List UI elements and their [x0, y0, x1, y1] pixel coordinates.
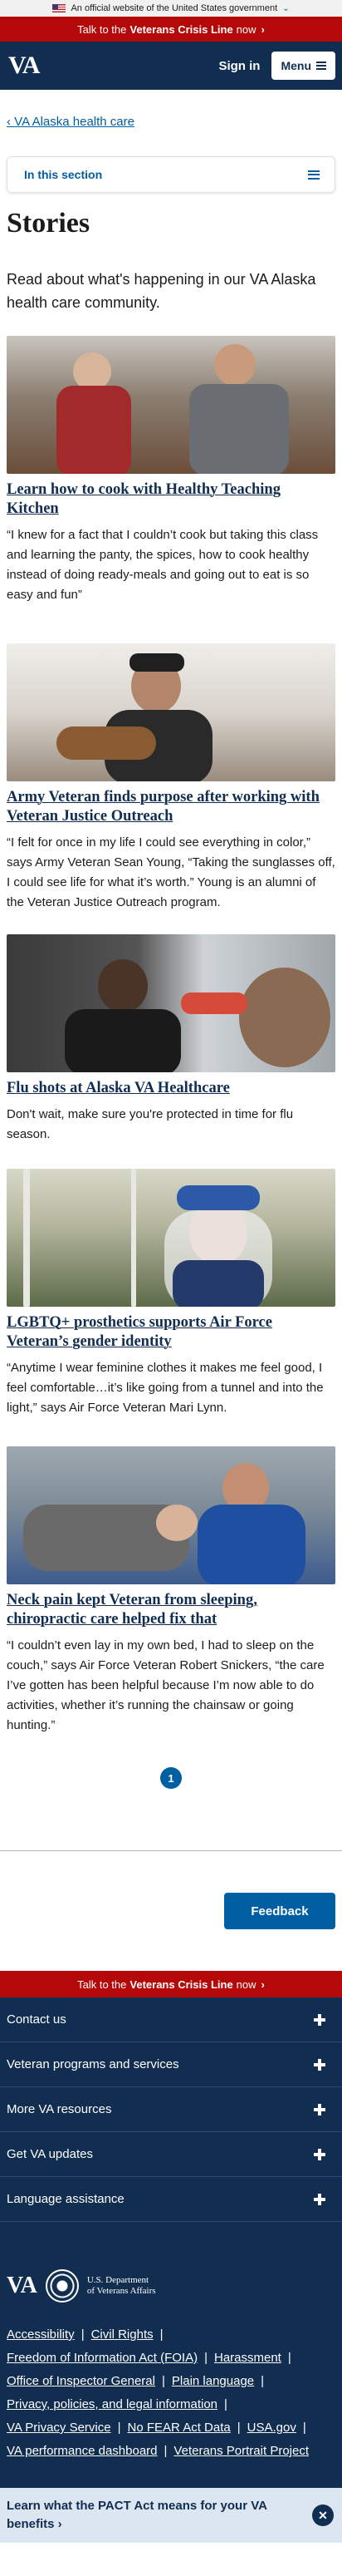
footer-links: Accessibility | Civil Rights | Freedom of I… [7, 2327, 309, 2458]
va-logo[interactable]: VA [8, 52, 40, 80]
chevron-right-icon: › [261, 1978, 265, 1991]
in-section-label: In this section [24, 168, 103, 181]
feedback-button[interactable]: Feedback [224, 1893, 335, 1929]
site-footer: Talk to the Veterans Crisis Line now › C… [0, 1971, 342, 2543]
dept-line-2: of Veterans Affairs [86, 2286, 156, 2296]
plus-icon [314, 2058, 325, 2071]
story-summary: “I felt for once in my life I could see … [7, 835, 335, 909]
footer-va-logo: VA [7, 2273, 37, 2298]
footer-link-civil-rights[interactable]: Civil Rights [91, 2327, 154, 2342]
chevron-right-icon: › [261, 22, 265, 36]
story-item: Neck pain kept Veteran from sleeping, ch… [0, 1446, 342, 1736]
chevron-down-icon: ⌄ [282, 3, 290, 13]
crisis-prefix: Talk to the [77, 1978, 127, 1991]
story-summary: Don't wait, make sure you're protected i… [7, 1107, 294, 1141]
footer-accordion-language-assistance[interactable]: Language assistance [0, 2177, 342, 2222]
footer-link-accessibility[interactable]: Accessibility [7, 2327, 75, 2342]
footer-logo[interactable]: VA U.S. Department of Veterans Affairs [0, 2222, 342, 2325]
page-intro: Read about what's happening in our VA Al… [7, 271, 316, 311]
story-item: Learn how to cook with Healthy Teaching … [0, 336, 342, 643]
breadcrumb: ‹ VA Alaska health care [0, 90, 342, 156]
story-summary: “I knew for a fact that I couldn’t cook … [7, 528, 319, 602]
plus-icon [314, 2148, 325, 2160]
story-image [7, 643, 335, 781]
official-gov-banner[interactable]: An official website of the United States… [0, 0, 342, 17]
plus-icon [314, 2013, 325, 2026]
hamburger-icon [316, 62, 326, 70]
story-link[interactable]: Army Veteran finds purpose after working… [7, 789, 320, 825]
feedback-section: Feedback [0, 1850, 342, 1971]
footer-link-usa-gov[interactable]: USA.gov [247, 2421, 296, 2435]
footer-link-harassment[interactable]: Harassment [214, 2351, 281, 2365]
pact-act-banner[interactable]: Learn what the PACT Act means for your V… [0, 2488, 342, 2543]
menu-label: Menu [281, 59, 311, 72]
va-seal-icon [45, 2269, 79, 2303]
footer-accordion-more-resources[interactable]: More VA resources [0, 2087, 342, 2132]
menu-button[interactable]: Menu [271, 52, 335, 80]
menu-lines-icon [308, 170, 320, 180]
footer-accordion-contact-us[interactable]: Contact us [0, 1997, 342, 2042]
story-item: LGBTQ+ prosthetics supports Air Force Ve… [0, 1169, 342, 1446]
story-image [7, 934, 335, 1072]
footer-link-plain-language[interactable]: Plain language [172, 2374, 254, 2388]
story-title: Neck pain kept Veteran from sleeping, ch… [7, 1591, 335, 1629]
crisis-suffix: now [236, 22, 256, 36]
dept-line-1: U.S. Department [86, 2275, 149, 2285]
story-title: Learn how to cook with Healthy Teaching … [7, 480, 335, 519]
accordion-label: Language assistance [7, 2192, 125, 2206]
close-icon[interactable]: ✕ [312, 2505, 334, 2526]
breadcrumb-back-link[interactable]: ‹ VA Alaska health care [7, 115, 134, 129]
sign-in-link[interactable]: Sign in [218, 59, 260, 73]
footer-link-oig[interactable]: Office of Inspector General [7, 2374, 155, 2388]
site-header: VA Sign in Menu [0, 42, 342, 90]
accordion-label: Veteran programs and services [7, 2057, 179, 2071]
accordion-label: Contact us [7, 2012, 66, 2027]
page-title: Stories [7, 208, 90, 239]
in-this-section-toggle[interactable]: In this section [7, 156, 335, 193]
story-link[interactable]: Learn how to cook with Healthy Teaching … [7, 481, 281, 517]
accordion-label: Get VA updates [7, 2147, 93, 2161]
crisis-highlight: Veterans Crisis Line [129, 1978, 233, 1991]
page-number-current[interactable]: 1 [160, 1767, 182, 1789]
story-image [7, 336, 335, 474]
crisis-suffix: now [236, 1978, 256, 1991]
footer-accordion-veteran-programs[interactable]: Veteran programs and services [0, 2042, 342, 2087]
plus-icon [314, 2103, 325, 2115]
footer-link-privacy-policies[interactable]: Privacy, policies, and legal information [7, 2397, 217, 2411]
footer-crisis-line-bar[interactable]: Talk to the Veterans Crisis Line now › [0, 1971, 342, 1997]
crisis-prefix: Talk to the [77, 22, 127, 36]
story-title: Army Veteran finds purpose after working… [7, 788, 335, 826]
footer-link-privacy-service[interactable]: VA Privacy Service [7, 2421, 111, 2435]
footer-link-foia[interactable]: Freedom of Information Act (FOIA) [7, 2351, 198, 2365]
story-image [7, 1446, 335, 1584]
story-item: Flu shots at Alaska VA Healthcare Don't … [0, 934, 342, 1169]
footer-link-no-fear[interactable]: No FEAR Act Data [128, 2421, 231, 2435]
footer-link-performance-dashboard[interactable]: VA performance dashboard [7, 2444, 158, 2458]
gov-banner-text: An official website of the United States… [71, 3, 278, 13]
story-summary: “Anytime I wear feminine clothes it make… [7, 1361, 324, 1415]
crisis-line-bar[interactable]: Talk to the Veterans Crisis Line now › [0, 17, 342, 42]
footer-link-portrait-project[interactable]: Veterans Portrait Project [173, 2444, 309, 2458]
story-link[interactable]: LGBTQ+ prosthetics supports Air Force Ve… [7, 1314, 272, 1350]
pact-act-link[interactable]: Learn what the PACT Act means for your V… [7, 2497, 312, 2534]
crisis-highlight: Veterans Crisis Line [129, 22, 233, 36]
story-summary: “I couldn’t even lay in my own bed, I ha… [7, 1638, 325, 1732]
accordion-label: More VA resources [7, 2102, 112, 2116]
pagination: 1 [0, 1767, 342, 1850]
dept-name: U.S. Department of Veterans Affairs [87, 2275, 156, 2297]
story-item: Army Veteran finds purpose after working… [0, 643, 342, 934]
story-title: LGBTQ+ prosthetics supports Air Force Ve… [7, 1313, 335, 1352]
story-image [7, 1169, 335, 1307]
story-link[interactable]: Neck pain kept Veteran from sleeping, ch… [7, 1592, 257, 1628]
us-flag-icon [52, 4, 66, 12]
story-title: Flu shots at Alaska VA Healthcare [7, 1079, 335, 1098]
footer-accordion-get-updates[interactable]: Get VA updates [0, 2132, 342, 2177]
story-link[interactable]: Flu shots at Alaska VA Healthcare [7, 1080, 230, 1096]
plus-icon [314, 2193, 325, 2205]
